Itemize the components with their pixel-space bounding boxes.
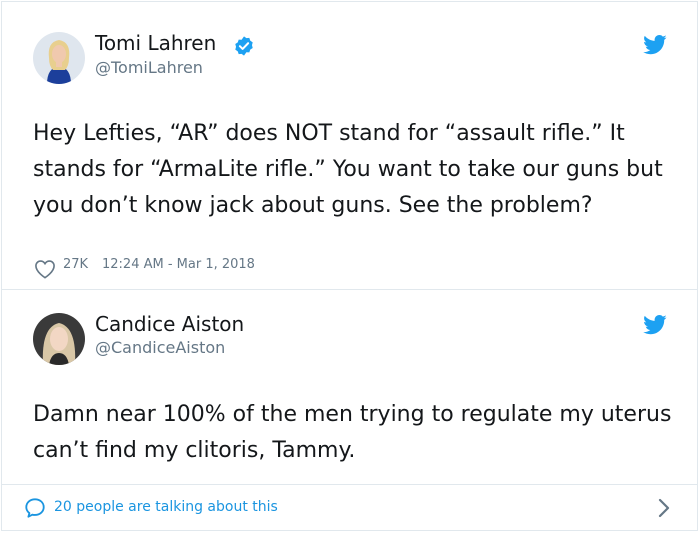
twitter-bird-icon[interactable]	[643, 315, 667, 335]
avatar-candice-aiston[interactable]	[33, 313, 85, 365]
heart-icon[interactable]	[34, 259, 56, 279]
chevron-right-icon[interactable]	[657, 497, 671, 519]
tweet1-like-count[interactable]: 27K	[63, 257, 88, 272]
tweet1-text: Hey Lefties, “AR” does NOT stand for “as…	[33, 121, 663, 218]
tweet1-author-name[interactable]: Tomi Lahren	[95, 31, 216, 55]
talking-about-link[interactable]: 20 people are talking about this	[54, 499, 278, 515]
tweet2-text: Damn near 100% of the men trying to regu…	[33, 402, 672, 463]
tweet2-author-handle[interactable]: @CandiceAiston	[95, 338, 225, 357]
tweet1-author-handle[interactable]: @TomiLahren	[95, 58, 203, 77]
tweet2-author-name[interactable]: Candice Aiston	[95, 312, 244, 336]
footer-divider	[1, 484, 698, 485]
speech-bubble-icon[interactable]	[24, 497, 46, 519]
verified-badge-icon	[235, 36, 253, 56]
tweet1-timestamp[interactable]: 12:24 AM - Mar 1, 2018	[102, 257, 255, 272]
tweet-divider	[1, 289, 698, 290]
twitter-bird-icon[interactable]	[643, 35, 667, 55]
avatar-tomi-lahren[interactable]	[33, 32, 85, 84]
